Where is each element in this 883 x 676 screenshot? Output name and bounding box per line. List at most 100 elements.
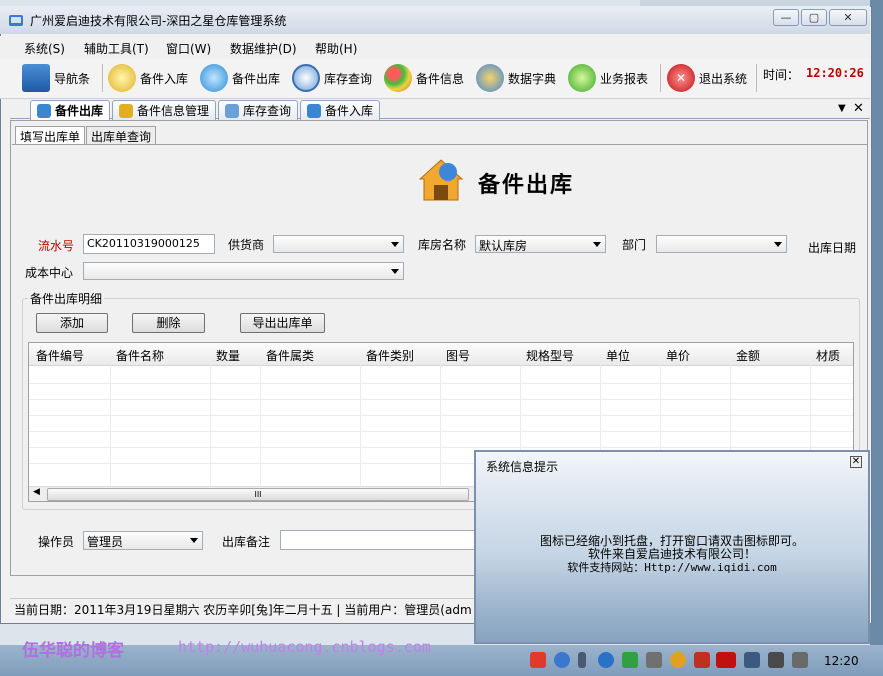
display-icon[interactable] — [744, 652, 760, 668]
add-button[interactable]: 添加 — [36, 313, 108, 333]
stock-out-button[interactable]: 备件出库 — [200, 62, 280, 94]
toolbar-separator — [756, 64, 757, 92]
close-tab-icon[interactable]: ✕ — [853, 101, 864, 116]
status-text: 当前日期：2011年3月19日星期六 农历辛卯[兔]年二月十五 | 当前用户：管… — [14, 603, 472, 617]
dept-label: 部门 — [622, 238, 647, 252]
tray-arrow-icon[interactable] — [578, 652, 586, 668]
grid-row-line — [29, 447, 853, 448]
stock-out-house-icon — [418, 157, 464, 203]
tab-stock-in[interactable]: 备件入库 — [300, 100, 380, 120]
tab-parts-info[interactable]: 备件信息管理 — [112, 100, 216, 120]
tab-fill-out-form[interactable]: 填写出库单 — [15, 126, 85, 144]
report-button[interactable]: 业务报表 — [568, 62, 648, 94]
column-header[interactable]: 材质 — [816, 347, 840, 364]
remark-field[interactable] — [280, 530, 480, 550]
export-button[interactable]: 导出出库单 — [240, 313, 325, 333]
tab-icon — [37, 103, 51, 118]
scroll-left-icon[interactable]: ◀ — [33, 487, 40, 497]
column-header[interactable]: 备件属类 — [266, 347, 314, 364]
dept-select[interactable] — [656, 235, 787, 253]
ati-icon[interactable] — [716, 652, 736, 668]
grid-row-line — [29, 431, 853, 432]
sogou-icon[interactable] — [530, 652, 546, 668]
exit-button[interactable]: ✕ 退出系统 — [667, 62, 747, 94]
security-icon[interactable] — [622, 652, 638, 668]
help-icon[interactable] — [554, 652, 570, 668]
close-button[interactable]: ✕ — [829, 9, 867, 26]
supplier-select[interactable] — [273, 235, 404, 253]
exit-icon: ✕ — [667, 64, 695, 92]
menu-tools[interactable]: 辅助工具(T) — [84, 40, 149, 57]
tab-stock-query[interactable]: 库存查询 — [218, 100, 298, 120]
app-icon — [8, 12, 24, 28]
minimize-button[interactable]: — — [773, 9, 799, 26]
date-label: 出库日期 — [808, 241, 857, 255]
tab-icon — [225, 103, 239, 118]
flag-icon[interactable] — [792, 652, 808, 668]
time-label: 时间： — [763, 68, 800, 82]
blog-watermark: 伍华聪的博客 — [22, 641, 124, 661]
clock-display: 12:20:26 — [806, 66, 864, 80]
column-header[interactable]: 单价 — [666, 347, 690, 364]
report-label: 业务报表 — [600, 71, 649, 86]
data-dict-label: 数据字典 — [508, 71, 557, 86]
column-header[interactable]: 单位 — [606, 347, 630, 364]
close-icon[interactable]: ✕ — [850, 456, 862, 468]
warehouse-label: 库房名称 — [418, 238, 467, 252]
tab-out-form-query[interactable]: 出库单查询 — [86, 126, 156, 144]
tab-stock-out[interactable]: 备件出库 — [30, 100, 110, 120]
stock-in-label: 备件入库 — [140, 71, 189, 86]
grid-header: 备件编号 备件名称 数量 备件属类 备件类别 图号 规格型号 单位 单价 金额 … — [29, 343, 853, 366]
column-header[interactable]: 金额 — [736, 347, 760, 364]
chevron-down-icon — [774, 242, 782, 247]
column-header[interactable]: 图号 — [446, 347, 470, 364]
app-tray-icon[interactable] — [646, 652, 662, 668]
network-icon[interactable] — [598, 652, 614, 668]
cost-center-select[interactable] — [83, 262, 404, 280]
page-title: 备件出库 — [478, 173, 575, 198]
menu-system[interactable]: 系统(S) — [24, 40, 65, 57]
delete-button[interactable]: 删除 — [132, 313, 205, 333]
maximize-button[interactable]: ▢ — [801, 9, 827, 26]
magnifier-icon — [292, 64, 320, 92]
menu-help[interactable]: 帮助(H) — [315, 40, 357, 57]
speaker-icon[interactable] — [694, 652, 710, 668]
blog-url-watermark: http://wuhuacong.cnblogs.com — [178, 638, 431, 656]
data-dict-button[interactable]: 数据字典 — [476, 62, 556, 94]
operator-select[interactable]: 管理员 — [83, 531, 203, 550]
menu-window[interactable]: 窗口(W) — [166, 40, 211, 57]
gear-icon — [476, 64, 504, 92]
stock-query-button[interactable]: 库存查询 — [292, 62, 372, 94]
stock-in-button[interactable]: 备件入库 — [108, 62, 188, 94]
serial-field[interactable]: CK20110319000125 — [83, 234, 215, 254]
scroll-thumb[interactable]: III — [47, 488, 469, 501]
volume-icon[interactable] — [768, 652, 784, 668]
tab-icon — [119, 103, 133, 118]
title-bar: 广州爱启迪技术有限公司-深田之星仓库管理系统 — ▢ ✕ — [0, 6, 870, 34]
tab-label: 备件入库 — [325, 104, 374, 118]
nav-button[interactable]: 导航条 — [22, 62, 90, 94]
stock-in-icon — [108, 64, 136, 92]
palette-icon — [384, 64, 412, 92]
column-header[interactable]: 规格型号 — [526, 347, 574, 364]
menu-data[interactable]: 数据维护(D) — [230, 40, 297, 57]
tab-icon — [307, 103, 321, 118]
tab-label: 备件信息管理 — [137, 104, 210, 118]
pie-chart-icon — [568, 64, 596, 92]
warehouse-select[interactable]: 默认库房 — [475, 235, 606, 253]
tab-label: 备件出库 — [55, 104, 104, 118]
column-header[interactable]: 数量 — [216, 347, 240, 364]
column-header[interactable]: 备件类别 — [366, 347, 414, 364]
qq-icon[interactable] — [670, 652, 686, 668]
grid-row-line — [29, 399, 853, 400]
column-header[interactable]: 备件编号 — [36, 347, 84, 364]
menu-bar: 系统(S) 辅助工具(T) 窗口(W) 数据维护(D) 帮助(H) — [0, 36, 870, 58]
chevron-down-icon — [391, 269, 399, 274]
tab-list-arrow-icon[interactable]: ▼ — [838, 103, 846, 114]
stock-out-label: 备件出库 — [232, 71, 281, 86]
taskbar-clock[interactable]: 12:20 — [824, 654, 859, 668]
operator-label: 操作员 — [38, 535, 75, 549]
stock-query-label: 库存查询 — [324, 71, 373, 86]
column-header[interactable]: 备件名称 — [116, 347, 164, 364]
parts-info-button[interactable]: 备件信息 — [384, 62, 464, 94]
